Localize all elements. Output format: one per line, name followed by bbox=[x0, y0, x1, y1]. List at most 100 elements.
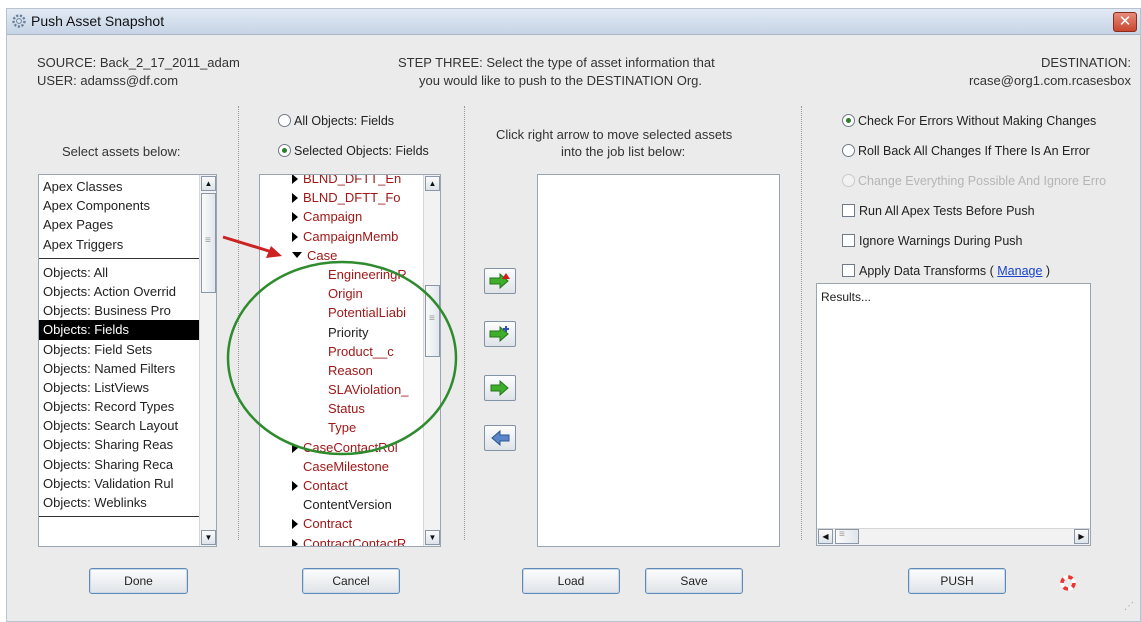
job-instructions-line1: Click right arrow to move selected asset… bbox=[496, 127, 733, 142]
tree-node-label: ContentVersion bbox=[303, 497, 392, 513]
roll-back-radio[interactable]: Roll Back All Changes If There Is An Err… bbox=[842, 143, 1090, 159]
tree-object-node[interactable]: ContentVersion bbox=[260, 495, 423, 514]
tree-field-node[interactable]: Origin bbox=[260, 284, 423, 303]
tree-node-label: Origin bbox=[328, 286, 363, 302]
selected-objects-fields-radio[interactable]: Selected Objects: Fields bbox=[278, 143, 429, 159]
scroll-right-button[interactable]: ▶ bbox=[1074, 529, 1089, 544]
tree-object-node[interactable]: Contact bbox=[260, 476, 423, 495]
asset-list-item[interactable]: Objects: Record Types bbox=[39, 397, 216, 416]
tree-object-node[interactable]: Contract bbox=[260, 514, 423, 533]
user-label: USER: adamss@df.com bbox=[37, 73, 179, 88]
asset-type-list[interactable]: Apex Classes Apex Components Apex Pages Ape… bbox=[38, 174, 217, 547]
tree-node-label: BLND_DFTT_Fo bbox=[303, 190, 401, 206]
run-apex-tests-checkbox[interactable]: Run All Apex Tests Before Push bbox=[842, 203, 1035, 219]
radio-label: All Objects: Fields bbox=[294, 114, 395, 128]
checkbox-indicator[interactable] bbox=[842, 204, 855, 217]
tree-field-node[interactable]: Reason bbox=[260, 361, 423, 380]
move-right-button[interactable] bbox=[484, 375, 516, 401]
tree-object-node[interactable]: BLND_DFTT_Fo bbox=[260, 188, 423, 207]
radio-indicator[interactable] bbox=[842, 144, 855, 157]
scroll-up-button[interactable]: ▲ bbox=[425, 176, 440, 191]
add-selected-objects-button[interactable] bbox=[484, 321, 516, 347]
change-everything-radio: Change Everything Possible And Ignore Er… bbox=[842, 173, 1106, 189]
manage-transforms-link[interactable]: Manage bbox=[997, 264, 1042, 278]
tree-field-node[interactable]: Status bbox=[260, 399, 423, 418]
all-objects-fields-radio[interactable]: All Objects: Fields bbox=[278, 113, 394, 129]
results-panel[interactable]: Results... ◀ ▶ bbox=[816, 283, 1091, 546]
cancel-button[interactable]: Cancel bbox=[302, 568, 400, 594]
resize-grip[interactable]: ⋰ bbox=[1124, 602, 1136, 614]
tree-object-node[interactable]: Campaign bbox=[260, 207, 423, 226]
tree-field-node[interactable]: SLAViolation_ bbox=[260, 380, 423, 399]
collapsed-triangle-icon[interactable] bbox=[292, 442, 298, 453]
collapsed-triangle-icon[interactable] bbox=[292, 231, 298, 242]
asset-list-scrollbar[interactable]: ▲ ▼ bbox=[199, 175, 216, 546]
move-left-button[interactable] bbox=[484, 425, 516, 451]
asset-list-item[interactable]: Objects: Action Overrid bbox=[39, 282, 216, 301]
collapsed-triangle-icon[interactable] bbox=[292, 481, 298, 491]
title-bar: Push Asset Snapshot ✕ bbox=[7, 9, 1140, 35]
asset-list-item[interactable]: Objects: All bbox=[39, 263, 216, 282]
asset-list-item[interactable]: Apex Triggers bbox=[39, 235, 216, 254]
asset-list-item[interactable]: Objects: Field Sets bbox=[39, 340, 216, 359]
collapsed-triangle-icon[interactable] bbox=[292, 193, 298, 204]
field-tree-scrollbar[interactable]: ▲ ▼ bbox=[423, 175, 440, 546]
lifebuoy-icon[interactable] bbox=[1060, 575, 1076, 591]
asset-list-item[interactable]: Apex Components bbox=[39, 196, 216, 215]
scroll-thumb[interactable] bbox=[835, 529, 859, 544]
close-button[interactable]: ✕ bbox=[1113, 12, 1137, 32]
collapsed-triangle-icon[interactable] bbox=[292, 538, 298, 546]
tree-object-node[interactable]: CaseContactRol bbox=[260, 438, 423, 457]
tree-field-node[interactable]: PotentialLiabi bbox=[260, 303, 423, 322]
scroll-thumb[interactable] bbox=[425, 285, 440, 357]
asset-list-item[interactable]: Objects: Validation Rul bbox=[39, 474, 216, 493]
collapsed-triangle-icon[interactable] bbox=[292, 175, 298, 184]
ignore-warnings-checkbox[interactable]: Ignore Warnings During Push bbox=[842, 233, 1023, 249]
asset-list-item[interactable]: Apex Classes bbox=[39, 177, 216, 196]
tree-field-node[interactable]: Priority bbox=[260, 323, 423, 342]
asset-list-item[interactable]: Objects: Business Pro bbox=[39, 301, 216, 320]
radio-indicator[interactable] bbox=[278, 114, 291, 127]
collapsed-triangle-icon[interactable] bbox=[292, 519, 298, 530]
apply-data-transforms-checkbox[interactable]: Apply Data Transforms ( Manage ) bbox=[842, 263, 1050, 279]
asset-list-item[interactable]: Objects: Sharing Reas bbox=[39, 435, 216, 454]
push-button[interactable]: PUSH bbox=[908, 568, 1006, 594]
load-button[interactable]: Load bbox=[522, 568, 620, 594]
asset-list-item[interactable]: Objects: ListViews bbox=[39, 378, 216, 397]
asset-list-item[interactable]: Objects: Search Layout bbox=[39, 416, 216, 435]
tree-object-node[interactable]: Case bbox=[260, 246, 423, 265]
tree-field-node[interactable]: Product__c bbox=[260, 342, 423, 361]
check-errors-radio[interactable]: Check For Errors Without Making Changes bbox=[842, 113, 1096, 129]
green-right-arrow-icon bbox=[490, 380, 509, 396]
scroll-down-button[interactable]: ▼ bbox=[201, 530, 216, 545]
tree-object-node[interactable]: CaseMilestone bbox=[260, 457, 423, 476]
move-all-objects-button[interactable] bbox=[484, 268, 516, 294]
done-button[interactable]: Done bbox=[89, 568, 188, 594]
save-button[interactable]: Save bbox=[645, 568, 743, 594]
source-label: SOURCE: Back_2_17_2011_adam bbox=[37, 55, 240, 70]
expanded-triangle-icon[interactable] bbox=[292, 251, 302, 258]
radio-indicator[interactable] bbox=[278, 144, 291, 157]
scroll-thumb[interactable] bbox=[201, 193, 216, 293]
asset-list-item[interactable]: Objects: Fields bbox=[39, 320, 216, 340]
tree-field-node[interactable]: EngineeringR bbox=[260, 265, 423, 284]
scroll-left-button[interactable]: ◀ bbox=[818, 529, 833, 544]
results-horizontal-scrollbar[interactable]: ◀ ▶ bbox=[817, 528, 1090, 545]
tree-object-node[interactable]: ContractContactR bbox=[260, 534, 423, 546]
asset-list-item[interactable]: Objects: Weblinks bbox=[39, 493, 216, 512]
radio-indicator[interactable] bbox=[842, 114, 855, 127]
checkbox-indicator[interactable] bbox=[842, 264, 855, 277]
asset-list-item[interactable]: Objects: Named Filters bbox=[39, 359, 216, 378]
collapsed-triangle-icon[interactable] bbox=[292, 212, 298, 223]
tree-field-node[interactable]: Type bbox=[260, 418, 423, 437]
asset-list-item[interactable]: Objects: Sharing Reca bbox=[39, 455, 216, 474]
scroll-up-button[interactable]: ▲ bbox=[201, 176, 216, 191]
scroll-down-button[interactable]: ▼ bbox=[425, 530, 440, 545]
asset-list-item[interactable]: Apex Pages bbox=[39, 215, 216, 234]
checkbox-indicator[interactable] bbox=[842, 234, 855, 247]
column-divider bbox=[464, 106, 465, 540]
job-list[interactable] bbox=[537, 174, 780, 547]
object-field-tree[interactable]: BLND_DFTT_En BLND_DFTT_Fo Campaign Campaign… bbox=[259, 174, 441, 547]
tree-object-node[interactable]: CampaignMemb bbox=[260, 227, 423, 246]
tree-object-node[interactable]: BLND_DFTT_En bbox=[260, 175, 423, 188]
